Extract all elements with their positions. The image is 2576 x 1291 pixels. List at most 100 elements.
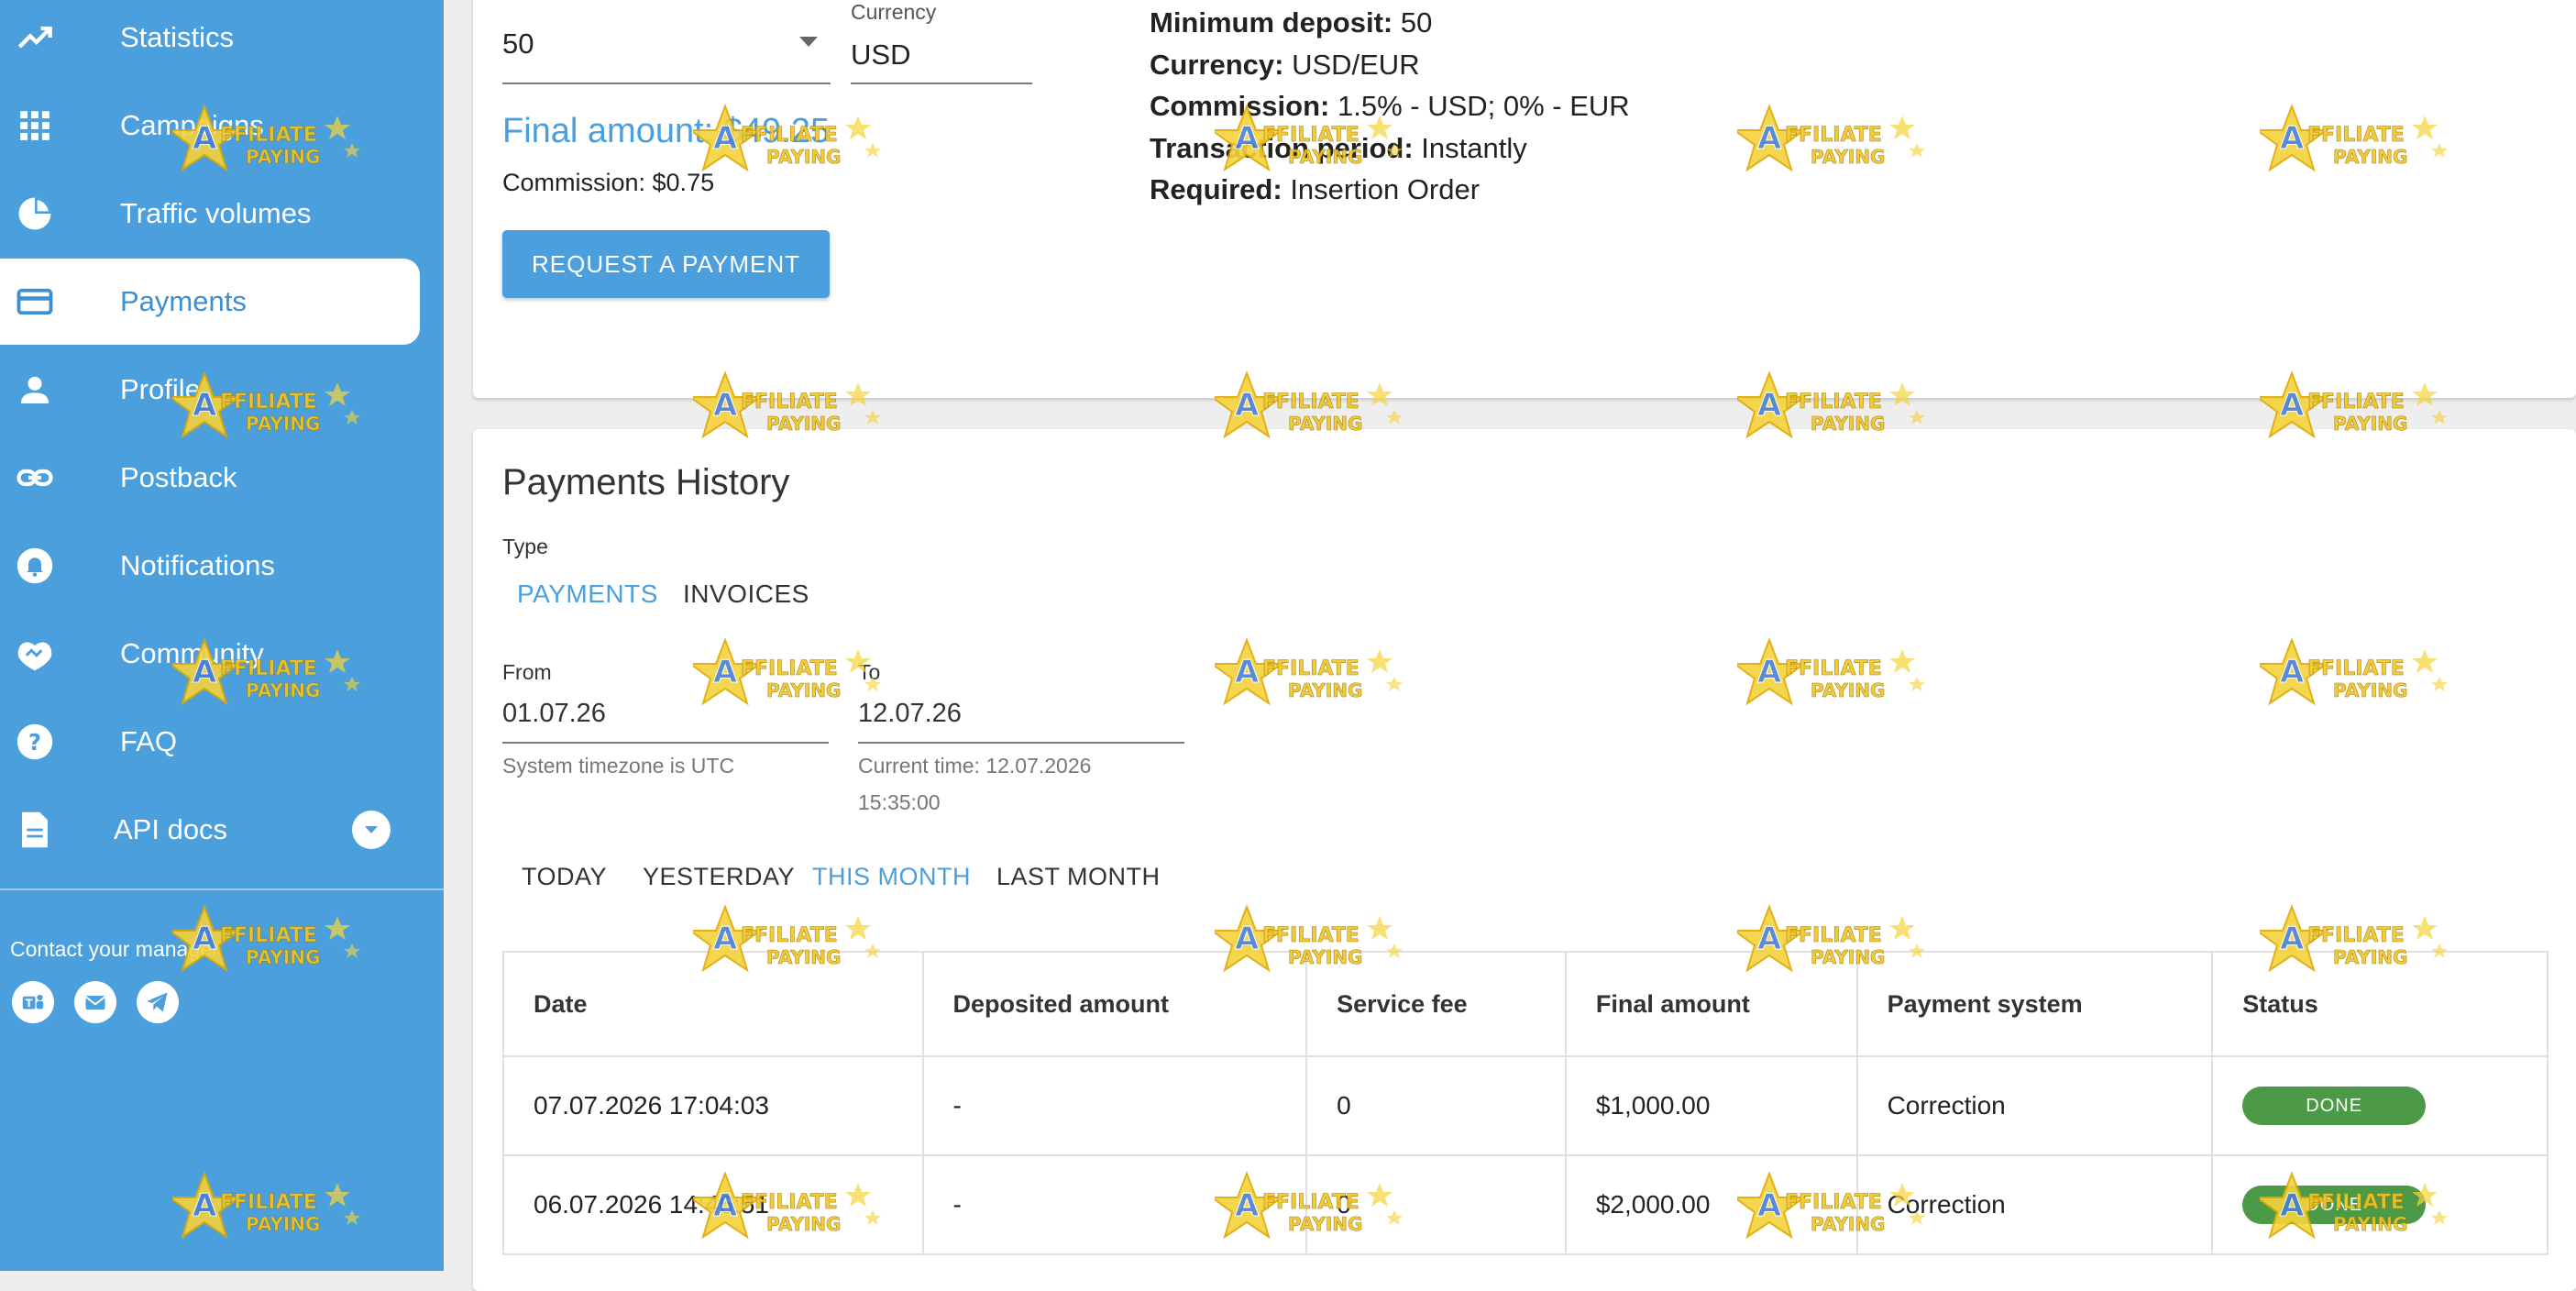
current-time-line: 15:35:00: [858, 790, 941, 814]
type-label: Type: [502, 535, 548, 558]
contact-icons: T: [12, 981, 179, 1023]
tab-payments[interactable]: PAYMENTS: [517, 579, 658, 609]
currency-value: USD: [851, 39, 911, 71]
sidebar-item-faq[interactable]: ? FAQ: [0, 699, 420, 785]
current-time-line: Current time: 12.07.2026: [858, 754, 1092, 778]
to-date-value: 12.07.26: [858, 699, 962, 728]
sidebar-item-postback[interactable]: Postback: [0, 435, 420, 521]
cell-date: 07.07.2026 17:04:03: [502, 1055, 924, 1156]
request-payment-button[interactable]: REQUEST A PAYMENT: [502, 230, 830, 298]
teams-icon[interactable]: T: [12, 981, 54, 1023]
column-header-service-fee[interactable]: Service fee: [1305, 951, 1567, 1057]
final-amount: Final amount: $49.25: [502, 112, 831, 150]
period-last-month[interactable]: LAST MONTH: [996, 863, 1161, 891]
transaction-period-label: Transaction period:: [1150, 131, 1414, 164]
to-label: To: [858, 660, 881, 684]
handshake-icon: [15, 634, 55, 674]
payments-table: Date Deposited amount Service fee Final …: [502, 951, 2548, 1255]
sidebar-item-api-docs[interactable]: API docs: [0, 787, 420, 873]
cell-status: DONE: [2211, 1154, 2548, 1255]
sidebar-item-label: Notifications: [120, 549, 275, 581]
chevron-down-icon[interactable]: [352, 811, 391, 849]
cell-fee: 0: [1305, 1154, 1567, 1255]
sidebar-item-community[interactable]: Community: [0, 611, 420, 697]
link-icon: [15, 458, 55, 498]
table-row: 06.07.2026 14:46:51 - 0 $2,000.00 Correc…: [502, 1154, 2548, 1255]
transaction-period-row: Transaction period: Instantly: [1150, 127, 1630, 170]
min-deposit-label: Minimum deposit:: [1150, 6, 1393, 39]
help-icon: ?: [15, 722, 55, 762]
svg-text:?: ?: [28, 729, 41, 756]
sidebar-item-label: Postback: [120, 461, 237, 493]
required-value: Insertion Order: [1290, 173, 1481, 205]
sidebar-item-statistics[interactable]: Statistics: [0, 0, 420, 81]
pie-chart-icon: [15, 193, 55, 234]
sidebar-item-profile[interactable]: Profile: [0, 347, 420, 433]
sidebar-item-label: Statistics: [120, 21, 235, 53]
svg-text:T: T: [26, 998, 33, 1010]
sidebar-divider: [0, 888, 444, 890]
telegram-icon[interactable]: [137, 981, 179, 1023]
from-date-field[interactable]: 01.07.26: [502, 692, 829, 744]
sidebar: Statistics Campaigns Traffic volumes Pay…: [0, 0, 444, 1271]
currency-field[interactable]: USD: [851, 29, 1032, 84]
column-header-status[interactable]: Status: [2211, 951, 2548, 1057]
credit-card-icon: [15, 281, 55, 322]
cell-final: $1,000.00: [1564, 1055, 1858, 1156]
to-date-field[interactable]: 12.07.26: [858, 692, 1184, 744]
document-icon: [15, 810, 55, 850]
status-badge: DONE: [2242, 1087, 2427, 1125]
timezone-hint: System timezone is UTC: [502, 754, 735, 778]
mail-icon[interactable]: [74, 981, 116, 1023]
trending-up-icon: [15, 17, 55, 58]
sidebar-item-notifications[interactable]: Notifications: [0, 523, 420, 609]
commission-amount: Commission: $0.75: [502, 169, 715, 196]
column-header-date[interactable]: Date: [502, 951, 924, 1057]
person-icon: [15, 370, 55, 410]
contact-manager-label: Contact your manager: [10, 937, 219, 961]
from-date-value: 01.07.26: [502, 699, 606, 728]
min-deposit-value: 50: [1400, 6, 1433, 39]
page-title: Payments History: [502, 462, 790, 502]
cell-date: 06.07.2026 14:46:51: [502, 1154, 924, 1255]
dropdown-arrow-icon: [799, 37, 818, 47]
sidebar-item-label: API docs: [114, 813, 228, 845]
column-header-final-amount[interactable]: Final amount: [1564, 951, 1858, 1057]
sidebar-item-label: Community: [120, 637, 264, 669]
sidebar-item-label: Traffic volumes: [120, 197, 312, 229]
sidebar-item-traffic-volumes[interactable]: Traffic volumes: [0, 171, 420, 257]
tab-invoices[interactable]: INVOICES: [683, 579, 809, 609]
currency-info-label: Currency:: [1150, 48, 1284, 81]
commission-info-label: Commission:: [1150, 90, 1330, 122]
sidebar-item-label: Payments: [120, 285, 247, 317]
currency-info-value: USD/EUR: [1292, 48, 1420, 81]
payment-info: Minimum deposit: 50 Currency: USD/EUR Co…: [1150, 2, 1630, 211]
cell-system: Correction: [1855, 1154, 2214, 1255]
column-header-deposited[interactable]: Deposited amount: [921, 951, 1308, 1057]
cell-deposited: -: [921, 1055, 1308, 1156]
commission-row: Commission: 1.5% - USD; 0% - EUR: [1150, 85, 1630, 127]
sidebar-item-label: Campaigns: [120, 109, 264, 141]
min-deposit-row: Minimum deposit: 50: [1150, 2, 1630, 44]
period-yesterday[interactable]: YESTERDAY: [643, 863, 795, 891]
sidebar-item-payments[interactable]: Payments: [0, 259, 420, 345]
table-header-row: Date Deposited amount Service fee Final …: [502, 951, 2548, 1057]
transaction-period-value: Instantly: [1421, 131, 1527, 164]
period-this-month[interactable]: THIS MONTH: [812, 863, 971, 891]
status-badge: DONE: [2242, 1186, 2427, 1224]
bell-icon: [15, 546, 55, 586]
required-row: Required: Insertion Order: [1150, 169, 1630, 211]
amount-select[interactable]: 50: [502, 15, 831, 84]
cell-status: DONE: [2211, 1055, 2548, 1156]
cell-deposited: -: [921, 1154, 1308, 1255]
period-today[interactable]: TODAY: [522, 863, 607, 891]
cell-final: $2,000.00: [1564, 1154, 1858, 1255]
currency-label: Currency: [851, 0, 937, 24]
sidebar-item-label: FAQ: [120, 725, 178, 757]
grid-icon: [15, 105, 55, 146]
commission-info-value: 1.5% - USD; 0% - EUR: [1337, 90, 1630, 122]
cell-system: Correction: [1855, 1055, 2214, 1156]
cell-fee: 0: [1305, 1055, 1567, 1156]
column-header-payment-system[interactable]: Payment system: [1855, 951, 2214, 1057]
sidebar-item-campaigns[interactable]: Campaigns: [0, 83, 420, 169]
